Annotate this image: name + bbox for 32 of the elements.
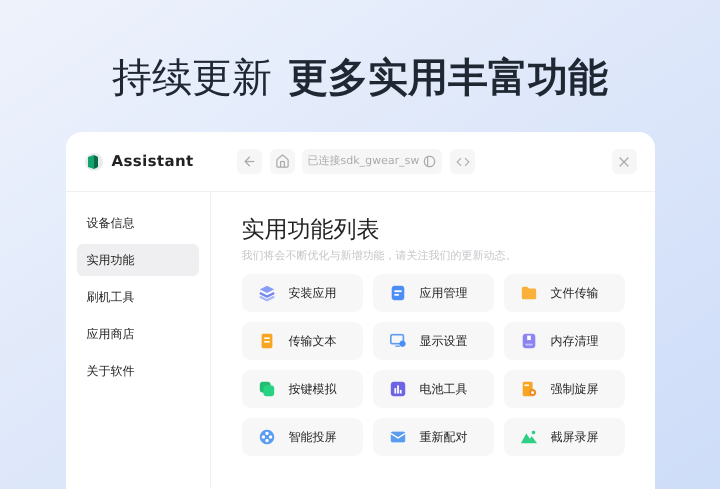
feature-button[interactable]: 传输文本 bbox=[242, 322, 362, 360]
feature-button[interactable]: 强制旋屏 bbox=[504, 370, 624, 408]
feature-button[interactable]: 内存清理 bbox=[504, 322, 624, 360]
headline-regular: 持续更新 bbox=[112, 58, 272, 98]
feature-button[interactable]: 显示设置 bbox=[372, 322, 494, 360]
app-name: Assistant bbox=[112, 151, 195, 172]
headline-bold: 更多实用丰富功能 bbox=[288, 58, 608, 98]
document-icon bbox=[388, 284, 406, 302]
feature-button[interactable]: 重新配对 bbox=[372, 418, 494, 456]
section-subtitle: 我们将会不断优化与新增功能，请关注我们的更新动态。 bbox=[242, 248, 518, 264]
feature-button[interactable]: 文件传输 bbox=[504, 274, 624, 312]
feature-button[interactable]: 智能投屏 bbox=[242, 418, 362, 456]
bar-chart-icon bbox=[388, 380, 406, 398]
close-button[interactable] bbox=[612, 149, 636, 174]
back-button[interactable] bbox=[236, 149, 262, 174]
home-icon bbox=[274, 154, 290, 169]
feature-button[interactable]: 应用管理 bbox=[372, 274, 494, 312]
squares-icon bbox=[258, 380, 276, 398]
device-icon bbox=[423, 155, 436, 168]
code-button[interactable] bbox=[450, 149, 476, 174]
section-title: 实用功能列表 bbox=[242, 216, 380, 245]
folder-icon bbox=[520, 284, 538, 302]
home-button[interactable] bbox=[270, 149, 294, 174]
sidebar-item[interactable]: 实用功能 bbox=[76, 244, 198, 276]
feature-button[interactable]: 按键模拟 bbox=[242, 370, 362, 408]
feature-button[interactable]: 电池工具 bbox=[372, 370, 494, 408]
layers-icon bbox=[258, 284, 276, 302]
mountain-icon bbox=[520, 428, 538, 446]
feature-button[interactable]: 截屏录屏 bbox=[504, 418, 624, 456]
feature-button[interactable]: 安装应用 bbox=[242, 274, 362, 312]
film-reel-icon bbox=[258, 428, 276, 446]
logo-icon bbox=[84, 152, 104, 172]
